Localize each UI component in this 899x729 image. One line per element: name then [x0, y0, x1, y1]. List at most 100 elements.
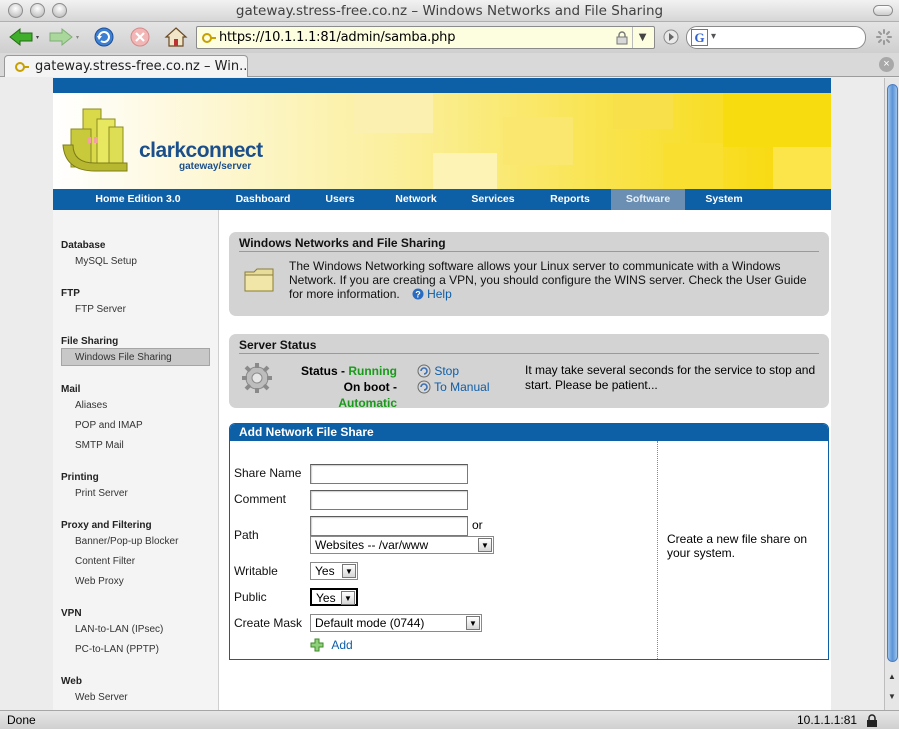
- gear-icon: [242, 363, 272, 393]
- window-titlebar: gateway.stress-free.co.nz – Windows Netw…: [0, 0, 899, 22]
- toolbar-toggle-button[interactable]: [873, 5, 893, 16]
- status-labels: Status - Running On boot - Automatic: [289, 363, 397, 411]
- sidebar-item-web-server[interactable]: Web Server: [75, 692, 128, 703]
- sidebar: Database MySQL Setup FTP FTP Server File…: [53, 210, 219, 710]
- create-mask-select[interactable]: Default mode (0744) ▼: [310, 614, 482, 632]
- scroll-down-arrow-icon[interactable]: ▼: [888, 692, 896, 701]
- throbber: [874, 25, 894, 49]
- nav-system[interactable]: System: [693, 189, 755, 210]
- path-input[interactable]: [310, 516, 468, 536]
- nav-users[interactable]: Users: [311, 189, 369, 210]
- stop-link[interactable]: Stop: [434, 364, 459, 378]
- sidebar-item-pc-to-lan[interactable]: PC-to-LAN (PPTP): [75, 644, 159, 655]
- banner-square: [723, 93, 831, 147]
- stop-action[interactable]: Stop: [417, 363, 490, 379]
- status-note: It may take several seconds for the serv…: [525, 363, 815, 393]
- sidebar-item-smtp-mail[interactable]: SMTP Mail: [75, 440, 124, 451]
- add-share-help: Create a new file share on your system.: [667, 532, 807, 560]
- sidebar-item-popup-blocker[interactable]: Banner/Pop-up Blocker: [75, 536, 178, 547]
- tab-active[interactable]: gateway.stress-free.co.nz – Win...: [4, 55, 248, 77]
- status-note-line: start. Please be patient...: [525, 378, 658, 392]
- sidebar-heading-vpn: VPN: [61, 608, 82, 619]
- padlock-icon: [616, 31, 628, 45]
- writable-select[interactable]: Yes ▼: [310, 562, 358, 580]
- help-link[interactable]: Help: [427, 287, 452, 301]
- url-bar[interactable]: https://10.1.1.1:81/admin/samba.php ▼: [196, 26, 655, 49]
- add-label[interactable]: Add: [331, 638, 352, 652]
- back-button[interactable]: [8, 25, 40, 49]
- search-box[interactable]: G ▾: [686, 26, 866, 49]
- go-button[interactable]: [662, 25, 680, 49]
- url-history-dropdown[interactable]: ▼: [632, 27, 652, 48]
- sidebar-item-web-proxy[interactable]: Web Proxy: [75, 576, 124, 587]
- stop-button[interactable]: [128, 25, 152, 49]
- sidebar-item-ftp-server[interactable]: FTP Server: [75, 304, 126, 315]
- banner-square: [503, 117, 573, 165]
- divider: [239, 353, 819, 354]
- banner-square: [773, 147, 831, 189]
- close-tab-button[interactable]: ×: [879, 57, 894, 72]
- vertical-scrollbar[interactable]: ▲ ▼: [884, 78, 899, 710]
- sidebar-item-windows-file-sharing[interactable]: Windows File Sharing: [75, 352, 172, 363]
- scrollbar-thumb[interactable]: [887, 84, 898, 662]
- banner-square: [353, 93, 433, 133]
- add-share-help-line: your system.: [667, 546, 736, 560]
- nav-software[interactable]: Software: [611, 189, 685, 210]
- sidebar-item-aliases[interactable]: Aliases: [75, 400, 107, 411]
- status-text: Done: [7, 713, 36, 727]
- forward-button[interactable]: [48, 25, 80, 49]
- home-button[interactable]: [163, 25, 189, 49]
- nav-services[interactable]: Services: [461, 189, 525, 210]
- search-engine-dropdown-icon[interactable]: ▾: [711, 31, 716, 42]
- create-mask-label: Create Mask: [234, 616, 303, 630]
- google-search-engine-icon[interactable]: G: [691, 29, 708, 46]
- sidebar-item-mysql-setup[interactable]: MySQL Setup: [75, 256, 137, 267]
- boot-label: On boot -: [343, 380, 397, 394]
- path-preset-select[interactable]: Websites -- /var/www ▼: [310, 536, 494, 554]
- sidebar-item-pop-imap[interactable]: POP and IMAP: [75, 420, 143, 431]
- add-plus-icon: [310, 638, 324, 652]
- sidebar-item-lan-to-lan[interactable]: LAN-to-LAN (IPsec): [75, 624, 163, 635]
- chevron-down-icon: ▼: [341, 591, 355, 605]
- tab-label: gateway.stress-free.co.nz – Win...: [35, 59, 248, 74]
- chevron-down-icon: ▼: [466, 616, 480, 630]
- boot-value: Automatic: [338, 396, 397, 410]
- add-share-help-line: Create a new file share on: [667, 532, 808, 546]
- public-select[interactable]: Yes ▼: [310, 588, 358, 606]
- share-name-input[interactable]: [310, 464, 468, 484]
- site-identity-icon: [202, 33, 216, 43]
- nav-dashboard[interactable]: Dashboard: [227, 189, 299, 210]
- status-actions: Stop To Manual: [417, 363, 490, 395]
- top-stripe: [53, 78, 831, 93]
- to-manual-action[interactable]: To Manual: [417, 379, 490, 395]
- add-share-title: Add Network File Share: [230, 424, 828, 441]
- status-note-line: It may take several seconds for the serv…: [525, 363, 816, 377]
- sidebar-heading-web: Web: [61, 676, 82, 687]
- loading-throbber-icon: [876, 29, 892, 45]
- nav-reports[interactable]: Reports: [539, 189, 601, 210]
- intro-line: The Windows Networking software allows y…: [289, 259, 781, 273]
- window-title: gateway.stress-free.co.nz – Windows Netw…: [235, 3, 664, 19]
- secure-lock-icon[interactable]: [866, 714, 878, 727]
- add-button[interactable]: Add: [310, 638, 353, 652]
- favicon-icon: [15, 62, 29, 72]
- banner-square: [613, 93, 673, 129]
- sidebar-item-content-filter[interactable]: Content Filter: [75, 556, 135, 567]
- status-value: Running: [348, 364, 397, 378]
- reload-button[interactable]: [92, 25, 116, 49]
- nav-network[interactable]: Network: [385, 189, 447, 210]
- status-bar: Done 10.1.1.1:81: [0, 710, 899, 729]
- logo-tagline: gateway/server: [179, 161, 252, 172]
- sidebar-item-print-server[interactable]: Print Server: [75, 488, 128, 499]
- writable-label: Writable: [234, 564, 278, 578]
- share-name-label: Share Name: [234, 466, 302, 480]
- path-preset-value: Websites -- /var/www: [315, 538, 429, 552]
- sidebar-heading-printing: Printing: [61, 472, 99, 483]
- intro-line-help: for more information.? Help: [289, 287, 807, 301]
- scroll-up-arrow-icon[interactable]: ▲: [888, 672, 896, 681]
- page-viewport: clarkconnect gateway/server Home Edition…: [0, 78, 884, 710]
- comment-input[interactable]: [310, 490, 468, 510]
- create-mask-value: Default mode (0744): [315, 616, 425, 630]
- to-manual-link[interactable]: To Manual: [434, 380, 489, 394]
- go-arrow-icon: [663, 29, 679, 45]
